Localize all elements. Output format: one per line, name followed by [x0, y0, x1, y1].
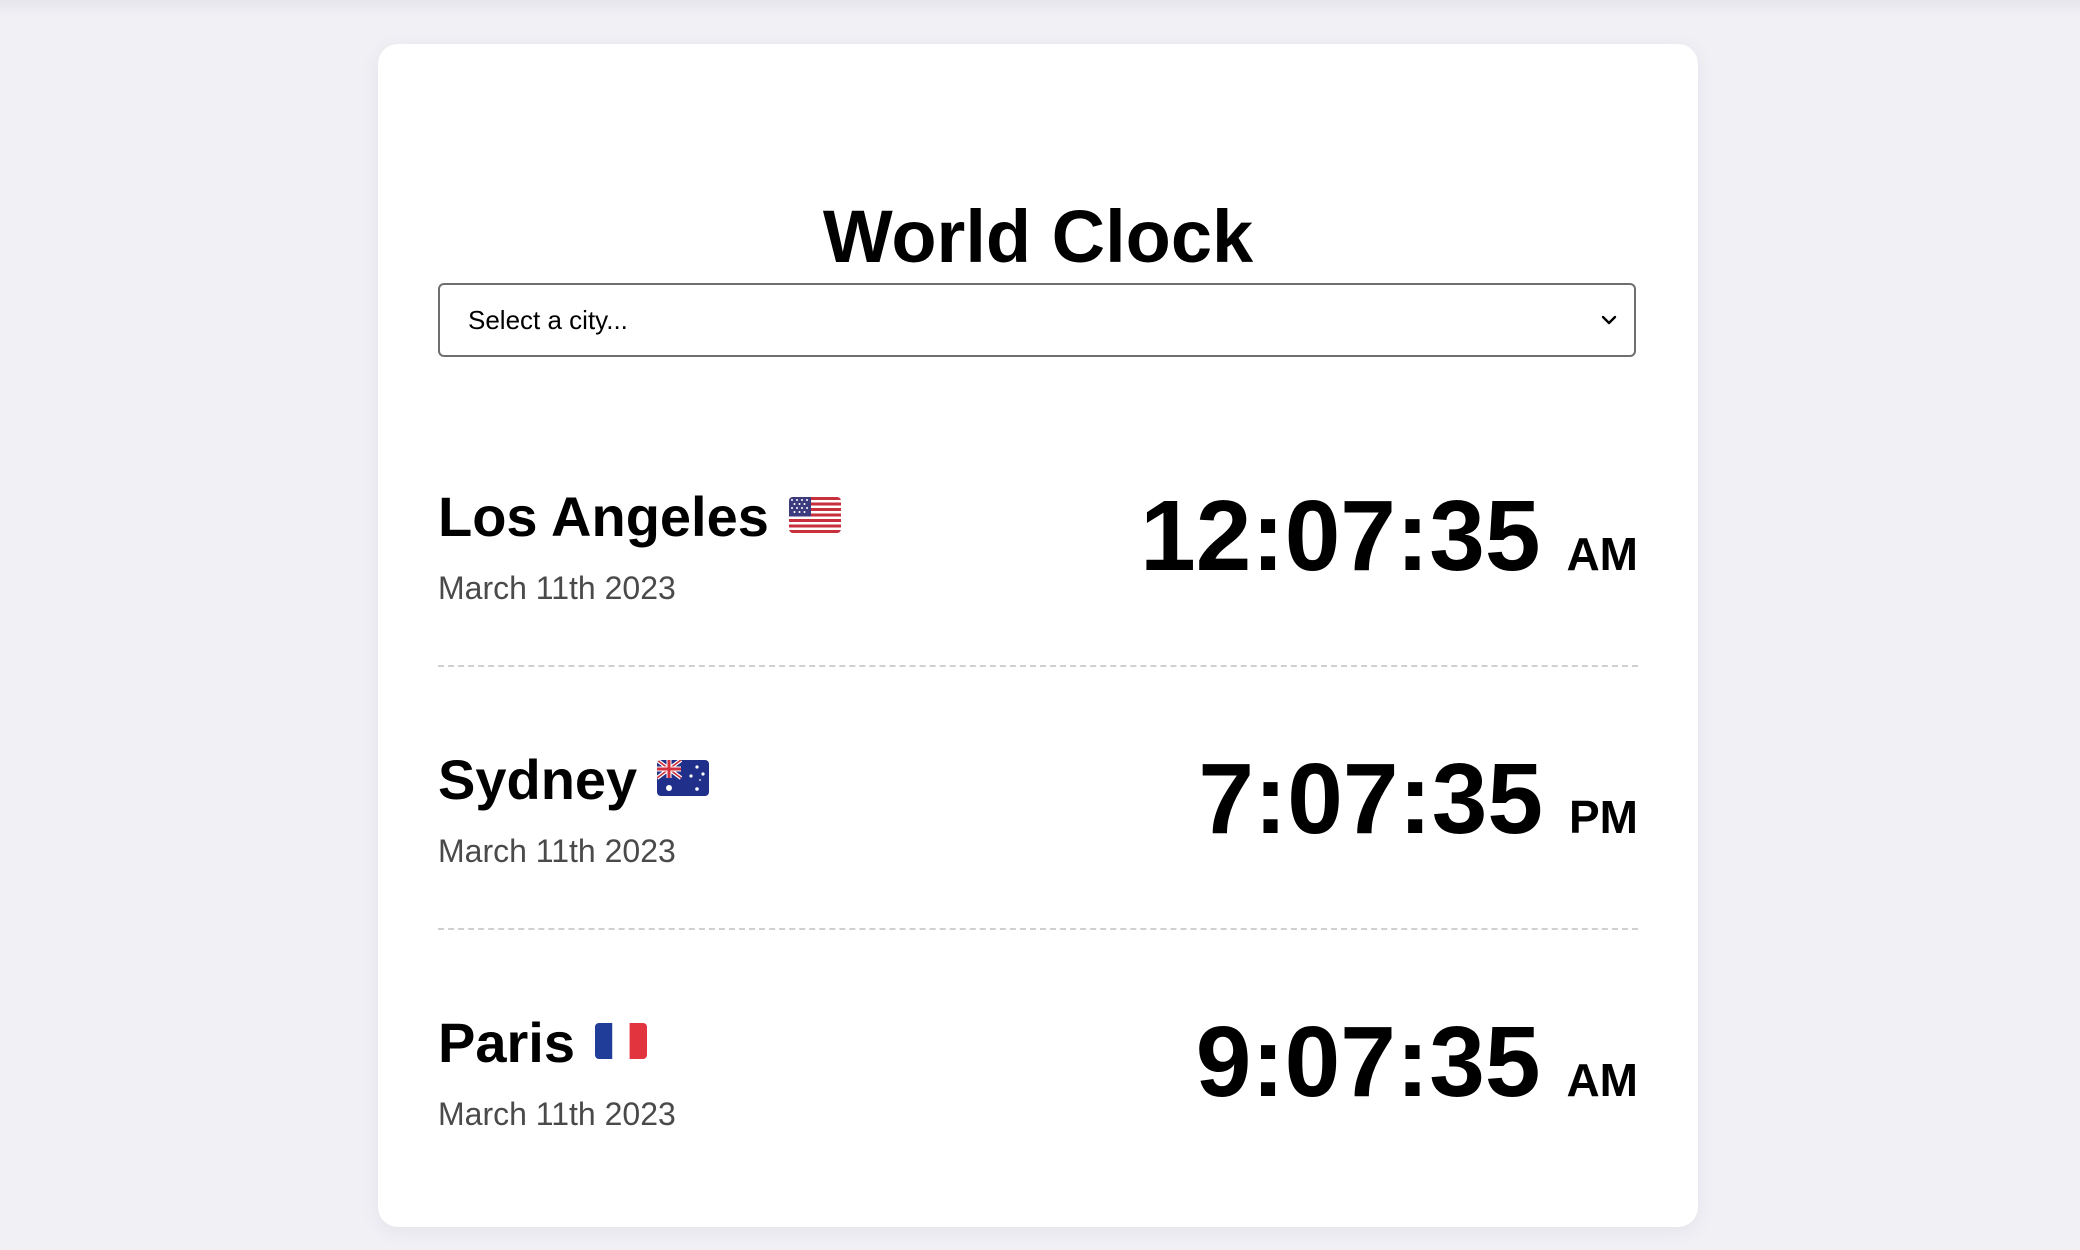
chevron-down-icon [1601, 315, 1617, 325]
city-time: 7:07:35 PM [1198, 743, 1638, 855]
city-date: March 11th 2023 [438, 1096, 676, 1132]
top-shadow-bar [0, 0, 2080, 18]
city-heading: Paris [438, 1010, 647, 1076]
city-name: Paris [438, 1011, 575, 1074]
time-period: AM [1566, 528, 1638, 580]
page-title: World Clock [822, 195, 1254, 278]
time-value: 7:07:35 [1198, 743, 1543, 855]
australia-flag-icon [657, 759, 710, 801]
us-flag-icon [788, 496, 841, 538]
time-value: 9:07:35 [1195, 1006, 1541, 1118]
city-time: 12:07:35 AM [1140, 480, 1638, 592]
city-row-sydney: Sydney March 11th 2023 7:07:35 PM [438, 667, 1638, 929]
city-name: Los Angeles [438, 485, 769, 548]
time-value: 12:07:35 [1140, 480, 1541, 592]
city-heading: Los Angeles [438, 484, 841, 550]
city-name: Sydney [438, 748, 638, 811]
city-date: March 11th 2023 [438, 833, 676, 869]
city-row-los-angeles: Los Angeles March 11th 2023 12:07:35 AM [438, 404, 1638, 666]
world-clock-card: World Clock Select a city... Los Angeles [378, 44, 1698, 1227]
city-select-value: Select a city... [468, 304, 628, 335]
time-period: PM [1569, 791, 1638, 843]
city-time: 9:07:35 AM [1196, 1006, 1638, 1118]
france-flag-icon [595, 1022, 647, 1064]
city-date: March 11th 2023 [438, 570, 676, 606]
city-select[interactable]: Select a city... [438, 283, 1636, 357]
city-row-paris: Paris March 11th 2023 9:07:35 AM [438, 930, 1638, 1192]
city-heading: Sydney [438, 747, 710, 813]
time-period: AM [1566, 1054, 1638, 1106]
